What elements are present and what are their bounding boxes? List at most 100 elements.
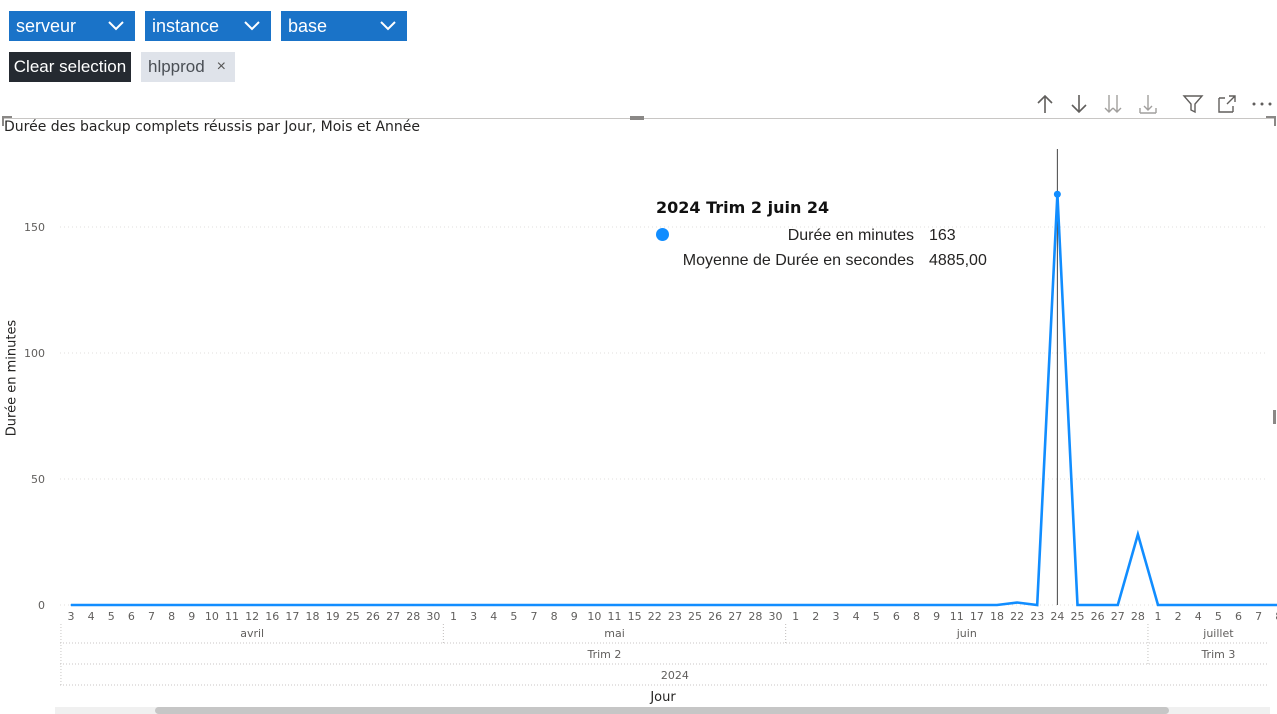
data-point	[875, 604, 877, 606]
data-point	[613, 604, 616, 606]
x-tick-label: 28	[406, 610, 420, 623]
data-point	[935, 604, 938, 606]
tooltip-value: 163	[929, 227, 956, 244]
scrollbar-thumb[interactable]	[155, 707, 1169, 714]
data-point	[171, 604, 173, 606]
data-point	[1197, 604, 1199, 606]
x-tick-label: 24	[1050, 610, 1064, 623]
x-tick-label: 30	[426, 610, 440, 623]
x-tick-label: 6	[128, 610, 135, 623]
x-tick-label: 26	[366, 610, 380, 623]
data-point	[372, 604, 374, 606]
data-point	[452, 604, 455, 606]
x-tick-label: 8	[913, 610, 920, 623]
x-tick-label: 4	[853, 610, 860, 623]
series-marker-icon	[656, 228, 669, 241]
data-point	[734, 604, 736, 606]
x-tick-label: 23	[668, 610, 682, 623]
axis-group-label: Trim 3	[1200, 648, 1235, 661]
axis-group-label: mai	[604, 627, 625, 640]
data-point	[774, 604, 777, 606]
data-point	[110, 604, 112, 606]
x-tick-label: 3	[470, 610, 477, 623]
data-point	[432, 604, 434, 606]
x-tick-label: 5	[108, 610, 115, 623]
data-point	[130, 604, 132, 606]
x-tick-label: 28	[1131, 610, 1145, 623]
x-tick-label: 1	[1155, 610, 1162, 623]
x-tick-label: 22	[1010, 610, 1024, 623]
x-tick-label: 5	[1215, 610, 1222, 623]
x-tick-label: 25	[688, 610, 702, 623]
line-chart[interactable]: 0501001503 4 5 6 7 8 9 10 11 12 16 17 18 19 25 26 27 28 30…	[0, 0, 1277, 714]
x-tick-label: 2	[1175, 610, 1182, 623]
y-tick-label: 100	[24, 347, 45, 360]
data-point	[1177, 604, 1179, 606]
x-tick-label: 1	[450, 610, 457, 623]
x-tick-label: 11	[950, 610, 964, 623]
data-point	[915, 604, 918, 606]
x-tick-label: 1	[792, 610, 799, 623]
x-tick-label: 7	[1255, 610, 1262, 623]
tooltip-label: Moyenne de Durée en secondes	[682, 252, 914, 269]
x-tick-label: 6	[1235, 610, 1242, 623]
data-point	[231, 604, 233, 606]
x-tick-label: 5	[873, 610, 880, 623]
y-tick-label: 150	[24, 221, 45, 234]
axis-group-label: Trim 2	[586, 648, 621, 661]
x-tick-label: 26	[1091, 610, 1105, 623]
x-tick-label: 4	[490, 610, 497, 623]
x-tick-label: 26	[708, 610, 722, 623]
axis-group-label: juin	[956, 627, 977, 640]
data-point	[291, 604, 294, 606]
x-tick-label: 7	[148, 610, 155, 623]
data-point	[412, 604, 414, 606]
data-point	[654, 604, 656, 606]
data-point	[1016, 601, 1018, 604]
data-point	[332, 604, 334, 606]
x-tick-label: 17	[970, 610, 984, 623]
x-tick-label: 19	[326, 610, 340, 623]
tooltip-value: 4885,00	[929, 252, 987, 269]
x-tick-label: 9	[571, 610, 578, 623]
data-point	[634, 604, 636, 606]
x-tick-label: 17	[285, 610, 299, 623]
data-point	[593, 604, 595, 606]
x-tick-label: 2	[812, 610, 819, 623]
x-tick-label: 16	[265, 610, 279, 623]
data-point	[1237, 604, 1240, 606]
data-point	[895, 604, 897, 606]
x-tick-label: 9	[933, 610, 940, 623]
data-point	[90, 604, 92, 606]
x-tick-label: 15	[628, 610, 642, 623]
x-tick-label: 11	[225, 610, 239, 623]
x-tick-label: 10	[587, 610, 601, 623]
y-tick-label: 0	[38, 599, 45, 612]
data-point	[573, 604, 575, 606]
x-tick-label: 30	[769, 610, 783, 623]
axis-group-label: avril	[240, 627, 264, 640]
data-point	[976, 604, 978, 606]
data-point	[392, 604, 394, 606]
data-point	[553, 604, 555, 606]
x-tick-label: 8	[551, 610, 558, 623]
x-tick-label: 18	[306, 610, 320, 623]
data-point	[956, 604, 958, 606]
data-point	[855, 604, 857, 606]
data-point	[714, 604, 716, 606]
x-tick-label: 9	[188, 610, 195, 623]
x-tick-label: 10	[205, 610, 219, 623]
x-tick-label: 4	[1195, 610, 1202, 623]
data-point	[835, 604, 837, 606]
data-point	[1258, 604, 1260, 606]
x-tick-label: 3	[68, 610, 75, 623]
data-point	[493, 604, 495, 606]
data-point	[1157, 604, 1159, 606]
x-tick-label: 27	[1111, 610, 1125, 623]
highlight-point	[1053, 190, 1061, 198]
data-point	[694, 604, 696, 606]
x-tick-label: 27	[728, 610, 742, 623]
x-tick-label: 6	[893, 610, 900, 623]
x-tick-label: 7	[530, 610, 537, 623]
data-point	[473, 604, 475, 606]
